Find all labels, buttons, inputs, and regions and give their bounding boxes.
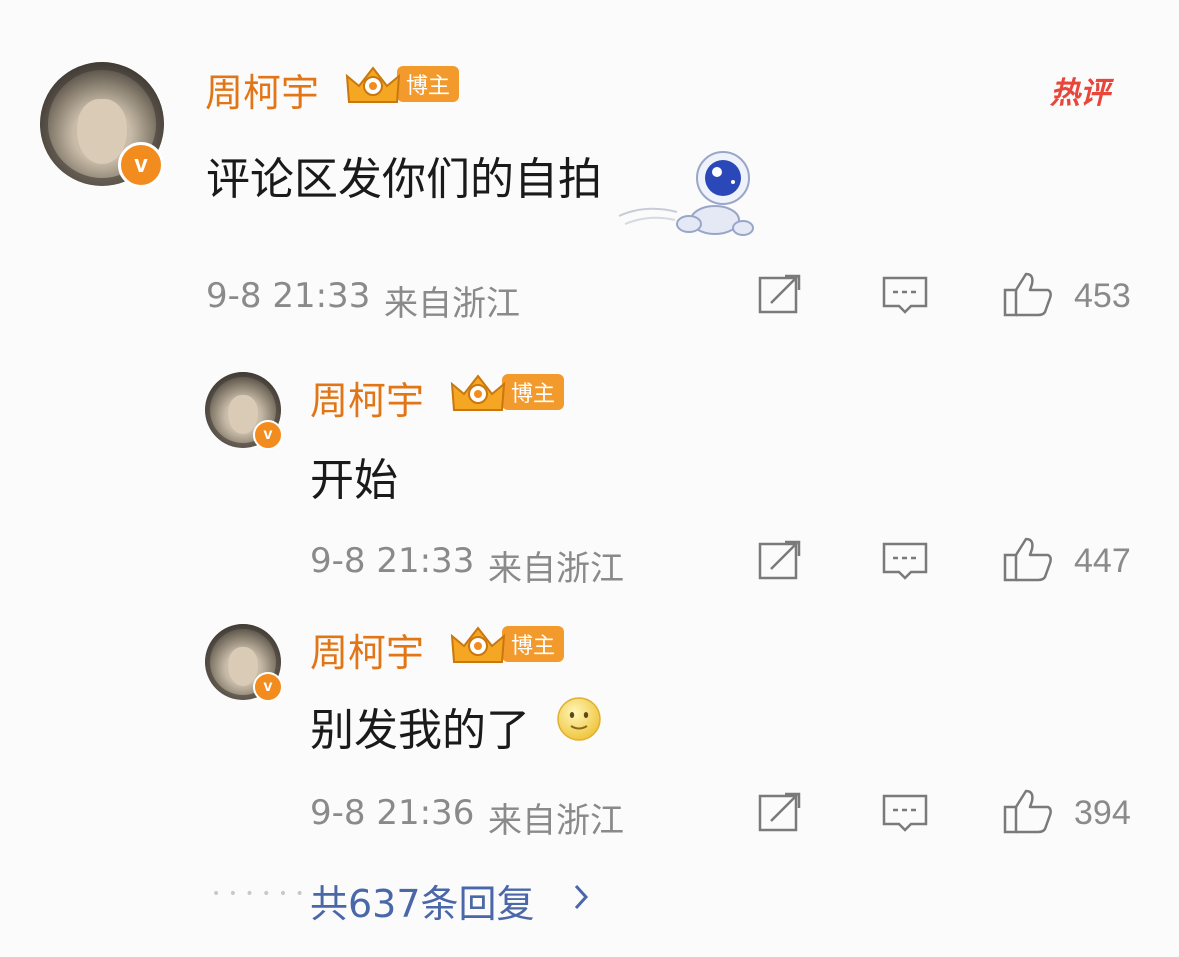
like-icon[interactable] [1002,535,1056,583]
blogger-badge-label: 博主 [502,626,564,662]
share-icon[interactable] [757,273,803,317]
crown-icon [345,66,401,103]
reply-location: 来自浙江 [488,549,624,589]
more-replies-link[interactable]: 共637条回复 [310,873,535,928]
crown-icon [450,626,506,663]
comment-icon[interactable] [881,792,929,836]
like-count: 394 [1074,794,1131,832]
blogger-badge-label: 博主 [397,66,459,102]
like-count: 447 [1074,542,1131,580]
comment-text: 评论区发你们的自拍 [206,154,602,205]
comment-location: 来自浙江 [384,284,520,324]
comment-icon[interactable] [881,274,929,318]
username[interactable]: 周柯宇 [205,62,319,117]
chevron-right-icon[interactable] [570,880,592,914]
blogger-badge: 博主 [343,62,459,106]
smile-emoji-icon [557,697,601,741]
blogger-badge: 博主 [448,370,564,414]
divider-dots: • • • • • • [212,886,306,902]
reply-location: 来自浙江 [488,801,624,841]
verified-badge-icon: v [253,672,283,702]
share-icon[interactable] [757,791,803,835]
reply-text: 别发我的了 [310,705,530,756]
share-icon[interactable] [757,539,803,583]
reply-time: 9-8 21:33 [310,541,475,581]
comment-time: 9-8 21:33 [206,276,371,316]
like-icon[interactable] [1002,270,1056,318]
username[interactable]: 周柯宇 [310,622,424,677]
verified-badge-icon: v [253,420,283,450]
reply-time: 9-8 21:36 [310,793,475,833]
blogger-badge: 博主 [448,622,564,666]
blogger-badge-label: 博主 [502,374,564,410]
like-icon[interactable] [1002,787,1056,835]
verified-badge-icon: v [118,142,164,188]
comment-icon[interactable] [881,540,929,584]
hot-comment-label: 热评 [1050,76,1110,111]
crown-icon [450,374,506,411]
username[interactable]: 周柯宇 [310,370,424,425]
astronaut-sticker-icon [618,151,754,236]
like-count: 453 [1074,277,1131,315]
reply-text: 开始 [310,455,398,506]
